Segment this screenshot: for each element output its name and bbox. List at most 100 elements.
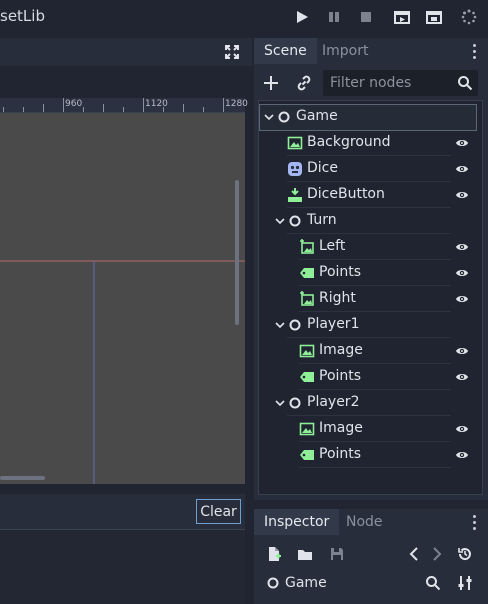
- scene-tree-item-dicebutton-3[interactable]: DiceButton: [259, 182, 482, 208]
- scene-tree-item-label: Points: [319, 368, 362, 384]
- fullscreen-icon[interactable]: [224, 44, 240, 60]
- scene-tree-item-label: Turn: [307, 212, 337, 228]
- ruler-label-960: 960: [65, 99, 83, 109]
- ruler-tick: [203, 107, 204, 112]
- search-icon: [457, 75, 473, 91]
- visibility-eye-icon[interactable]: [455, 240, 469, 254]
- spinner-icon: [461, 9, 477, 25]
- tab-inspector[interactable]: Inspector: [254, 509, 340, 535]
- visibility-eye-icon[interactable]: [455, 370, 469, 384]
- label-icon: [299, 265, 315, 281]
- ruler-tick: [123, 107, 124, 112]
- editor-top-bar: setLib: [0, 0, 488, 34]
- ruler-tick: [23, 107, 24, 112]
- scene-tree-item-image-12[interactable]: Image: [259, 416, 482, 442]
- inspected-object-name[interactable]: Game: [285, 575, 327, 591]
- scene-tree-item-left-5[interactable]: Left: [259, 234, 482, 260]
- ruler-tick: [183, 104, 184, 112]
- texture-rect-icon: [299, 421, 315, 437]
- ruler-label-1120: 1120: [145, 99, 168, 109]
- collapse-arrow-icon[interactable]: [275, 398, 285, 408]
- scene-dock-menu-icon[interactable]: [473, 44, 477, 62]
- node-circle-icon: [287, 317, 303, 333]
- viewport-toolbar: [0, 38, 252, 66]
- inspector-dock-menu-icon[interactable]: [473, 515, 477, 533]
- node-circle-icon: [267, 577, 279, 589]
- scene-tree[interactable]: Game Background Dice DiceButton Turn Left Poin…: [258, 100, 483, 495]
- ruler-tick: [83, 107, 84, 112]
- history-forward-icon[interactable]: [431, 546, 443, 562]
- animated-sprite-icon: [299, 239, 315, 255]
- object-properties-tools-icon[interactable]: [457, 575, 473, 591]
- visibility-eye-icon[interactable]: [455, 266, 469, 280]
- visibility-eye-icon[interactable]: [455, 344, 469, 358]
- collapse-arrow-icon[interactable]: [275, 216, 285, 226]
- scene-tree-item-player2-11[interactable]: Player2: [259, 390, 482, 416]
- visibility-eye-icon[interactable]: [455, 136, 469, 150]
- scene-tree-item-label: Points: [319, 446, 362, 462]
- tab-scene[interactable]: Scene: [254, 38, 317, 64]
- scene-tree-item-background-1[interactable]: Background: [259, 130, 482, 156]
- scene-tree-item-image-9[interactable]: Image: [259, 338, 482, 364]
- open-folder-icon[interactable]: [297, 546, 313, 562]
- label-icon: [299, 369, 315, 385]
- assetlib-tab-label[interactable]: setLib: [0, 7, 45, 25]
- canvas-vertical-scrollbar[interactable]: [235, 180, 239, 325]
- ruler-label-1280: 1280: [225, 99, 248, 109]
- scene-tree-item-points-6[interactable]: Points: [259, 260, 482, 286]
- filter-nodes-placeholder: Filter nodes: [330, 75, 412, 91]
- ruler-tick: [223, 98, 224, 112]
- tab-node[interactable]: Node: [336, 509, 393, 535]
- visibility-eye-icon[interactable]: [455, 422, 469, 436]
- play-icon[interactable]: [294, 9, 310, 25]
- play-scene-icon[interactable]: [394, 9, 410, 25]
- scene-tree-item-player1-8[interactable]: Player1: [259, 312, 482, 338]
- scene-tree-item-label: Player1: [307, 316, 360, 332]
- stop-icon[interactable]: [358, 9, 374, 25]
- scene-tree-item-label: Dice: [307, 160, 338, 176]
- scene-tree-item-turn-4[interactable]: Turn: [259, 208, 482, 234]
- canvas-horizontal-scrollbar[interactable]: [0, 476, 45, 480]
- tab-import[interactable]: Import: [312, 38, 378, 64]
- visibility-eye-icon[interactable]: [455, 448, 469, 462]
- scene-tree-item-game-0[interactable]: Game: [259, 104, 482, 130]
- ruler-tick: [103, 104, 104, 112]
- scene-tree-item-points-13[interactable]: Points: [259, 442, 482, 468]
- texture-button-icon: [287, 187, 303, 203]
- property-search-icon[interactable]: [425, 575, 441, 591]
- history-back-icon[interactable]: [408, 546, 420, 562]
- visibility-eye-icon[interactable]: [455, 162, 469, 176]
- scene-tree-item-label: Right: [319, 290, 356, 306]
- scene-tree-item-label: Image: [319, 342, 363, 358]
- ruler-tick: [163, 107, 164, 112]
- history-icon[interactable]: [457, 546, 473, 562]
- 2d-canvas-viewport[interactable]: [0, 113, 245, 484]
- scene-tree-item-label: Player2: [307, 394, 360, 410]
- output-log-area: [0, 529, 245, 604]
- row-separator: [299, 467, 451, 468]
- play-custom-scene-icon[interactable]: [426, 9, 442, 25]
- filter-nodes-input[interactable]: Filter nodes: [323, 70, 478, 96]
- texture-rect-icon: [287, 135, 303, 151]
- ruler-tick: [3, 107, 4, 112]
- scene-tree-item-label: Image: [319, 420, 363, 436]
- save-disk-icon[interactable]: [329, 546, 345, 562]
- ruler-tick: [43, 104, 44, 112]
- ruler-tick: [143, 98, 144, 112]
- node-circle-icon: [276, 109, 292, 125]
- label-icon: [299, 447, 315, 463]
- scene-tree-item-dice-2[interactable]: Dice: [259, 156, 482, 182]
- scene-tree-item-points-10[interactable]: Points: [259, 364, 482, 390]
- scene-tree-item-right-7[interactable]: Right: [259, 286, 482, 312]
- instance-scene-link-icon[interactable]: [296, 75, 312, 91]
- collapse-arrow-icon[interactable]: [264, 112, 274, 122]
- collapse-arrow-icon[interactable]: [275, 320, 285, 330]
- pause-icon[interactable]: [326, 9, 342, 25]
- visibility-eye-icon[interactable]: [455, 292, 469, 306]
- scene-tree-item-label: DiceButton: [307, 186, 385, 202]
- node-circle-icon: [287, 213, 303, 229]
- clear-output-button[interactable]: Clear: [196, 499, 241, 524]
- add-node-icon[interactable]: [263, 75, 279, 91]
- new-resource-icon[interactable]: [266, 546, 282, 562]
- visibility-eye-icon[interactable]: [455, 188, 469, 202]
